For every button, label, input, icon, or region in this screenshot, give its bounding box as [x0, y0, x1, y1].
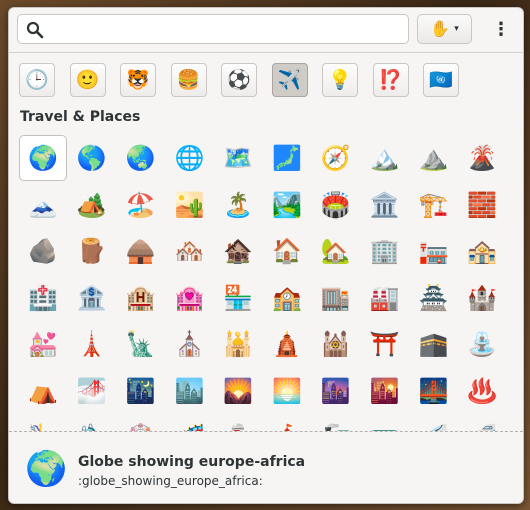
emoji-cell[interactable]: ⛪	[165, 321, 213, 367]
emoji-cell[interactable]: 🏡	[312, 228, 360, 274]
emoji-cell[interactable]: 🌄	[214, 368, 262, 414]
emoji-cell[interactable]: 🌁	[68, 368, 116, 414]
emoji-cell[interactable]: ♨️	[458, 368, 506, 414]
category-objects-button[interactable]: 💡	[322, 63, 358, 97]
skin-tone-button[interactable]: ✋ ▾	[417, 14, 472, 44]
emoji-cell[interactable]: 🌅	[263, 368, 311, 414]
emoji-cell[interactable]: 🏗️	[409, 182, 457, 228]
emoji-cell[interactable]: 🏙️	[165, 368, 213, 414]
menu-button[interactable]: ⋮	[487, 14, 515, 44]
emoji-cell[interactable]: 🧭	[312, 135, 360, 181]
emoji-cell[interactable]: 🏘️	[165, 228, 213, 274]
divider	[9, 52, 523, 53]
emoji-cell[interactable]: 🗼	[68, 321, 116, 367]
emoji-cell[interactable]: 🏖️	[117, 182, 165, 228]
category-smileys-button[interactable]: 🙂	[69, 63, 106, 97]
emoji-cell[interactable]: 🌇	[361, 368, 409, 414]
emoji-cell[interactable]: 🪨	[19, 228, 67, 274]
emoji-cell[interactable]: 🏨	[117, 275, 165, 321]
emoji-cell[interactable]: 🕍	[312, 321, 360, 367]
chevron-down-icon: ▾	[454, 24, 459, 34]
emoji-cell[interactable]: 🏪	[214, 275, 262, 321]
emoji-cell[interactable]: ⛰️	[409, 135, 457, 181]
emoji-cell[interactable]: 🏔️	[361, 135, 409, 181]
emoji-cell[interactable]: 🏰	[458, 275, 506, 321]
emoji-cell[interactable]: 🏬	[312, 275, 360, 321]
category-recent-button[interactable]: 🕒	[19, 63, 55, 97]
emoji-cell[interactable]: 🧱	[458, 182, 506, 228]
raised-hand-icon: ✋	[430, 19, 451, 38]
emoji-cell[interactable]: 🌆	[312, 368, 360, 414]
emoji-cell[interactable]: 🏛️	[361, 182, 409, 228]
emoji-cell[interactable]: 🪵	[68, 228, 116, 274]
preview-footer: 🌍 Globe showing europe-africa :globe_sho…	[9, 431, 523, 503]
emoji-cell[interactable]: 🏭	[361, 275, 409, 321]
search-box[interactable]	[17, 14, 409, 44]
emoji-cell[interactable]: 🏫	[263, 275, 311, 321]
emoji-cell[interactable]: 🌉	[409, 368, 457, 414]
emoji-cell[interactable]: 🌐	[165, 135, 213, 181]
toolbar: ✋ ▾ ⋮	[9, 8, 523, 52]
preview-name: Globe showing europe-africa	[78, 454, 306, 470]
category-travel-button[interactable]: ✈️	[271, 63, 308, 97]
emoji-cell[interactable]: 🏥	[19, 275, 67, 321]
emoji-cell[interactable]: 🛕	[263, 321, 311, 367]
section-title: Travel & Places	[20, 109, 141, 125]
category-flags-button[interactable]: 🇺🇳	[423, 63, 459, 97]
preview-shortcode: :globe_showing_europe_africa:	[78, 474, 263, 488]
emoji-cell[interactable]: 🗽	[117, 321, 165, 367]
emoji-cell[interactable]: 🏕️	[68, 182, 116, 228]
emoji-cell[interactable]: 🕋	[409, 321, 457, 367]
emoji-cell[interactable]: 🏟️	[312, 182, 360, 228]
emoji-cell[interactable]: 🌋	[458, 135, 506, 181]
emoji-cell[interactable]: 🕌	[214, 321, 262, 367]
emoji-cell[interactable]: ⛺	[19, 368, 67, 414]
preview-emoji: 🌍	[25, 449, 68, 489]
emoji-cell[interactable]: 🛖	[117, 228, 165, 274]
emoji-cell[interactable]: 🏤	[458, 228, 506, 274]
emoji-cell[interactable]: 🗺️	[214, 135, 262, 181]
emoji-cell[interactable]: 🏜️	[165, 182, 213, 228]
emoji-picker: ✋ ▾ ⋮ 🕒 🙂 🐯 🍔 ⚽ ✈️ 💡 ⁉️ 🇺🇳 Travel & Places 🌍 🌎 🌏 🌐 🗺…	[8, 7, 524, 504]
category-animals-button[interactable]: 🐯	[120, 63, 156, 97]
category-activities-button[interactable]: ⚽	[221, 63, 257, 97]
category-symbols-button[interactable]: ⁉️	[372, 63, 409, 97]
emoji-cell[interactable]: 🏚️	[214, 228, 262, 274]
emoji-cell[interactable]: 🌎	[68, 135, 116, 181]
emoji-cell[interactable]: 🏦	[68, 275, 116, 321]
emoji-cell[interactable]: 🏠	[263, 228, 311, 274]
emoji-cell[interactable]: 🏩	[165, 275, 213, 321]
emoji-cell[interactable]: 🏞️	[263, 182, 311, 228]
emoji-grid: 🌍 🌎 🌏 🌐 🗺️ 🗾 🧭 🏔️ ⛰️ 🌋 🗻 🏕️ 🏖️ 🏜️ 🏝️ 🏞️ 🏟️ 🏛️ 🏗️ 🧱 🪨 🪵 🛖 🏘️ 🏚️ 🏠 🏡…	[19, 135, 519, 433]
category-food-button[interactable]: 🍔	[170, 63, 207, 97]
emoji-cell[interactable]: ⛩️	[361, 321, 409, 367]
emoji-cell[interactable]: 🌏	[117, 135, 165, 181]
emoji-cell[interactable]: 🏣	[409, 228, 457, 274]
emoji-cell[interactable]: 🏝️	[214, 182, 262, 228]
search-input[interactable]	[50, 17, 404, 43]
emoji-cell[interactable]: ⛲	[458, 321, 506, 367]
emoji-cell[interactable]: 🌃	[117, 368, 165, 414]
search-icon	[26, 21, 44, 39]
emoji-cell[interactable]: 🏢	[361, 228, 409, 274]
emoji-cell[interactable]: 🌍	[19, 135, 67, 181]
emoji-cell[interactable]: 💒	[19, 321, 67, 367]
emoji-cell[interactable]: 🗻	[19, 182, 67, 228]
emoji-cell[interactable]: 🗾	[263, 135, 311, 181]
emoji-cell[interactable]: 🏯	[409, 275, 457, 321]
